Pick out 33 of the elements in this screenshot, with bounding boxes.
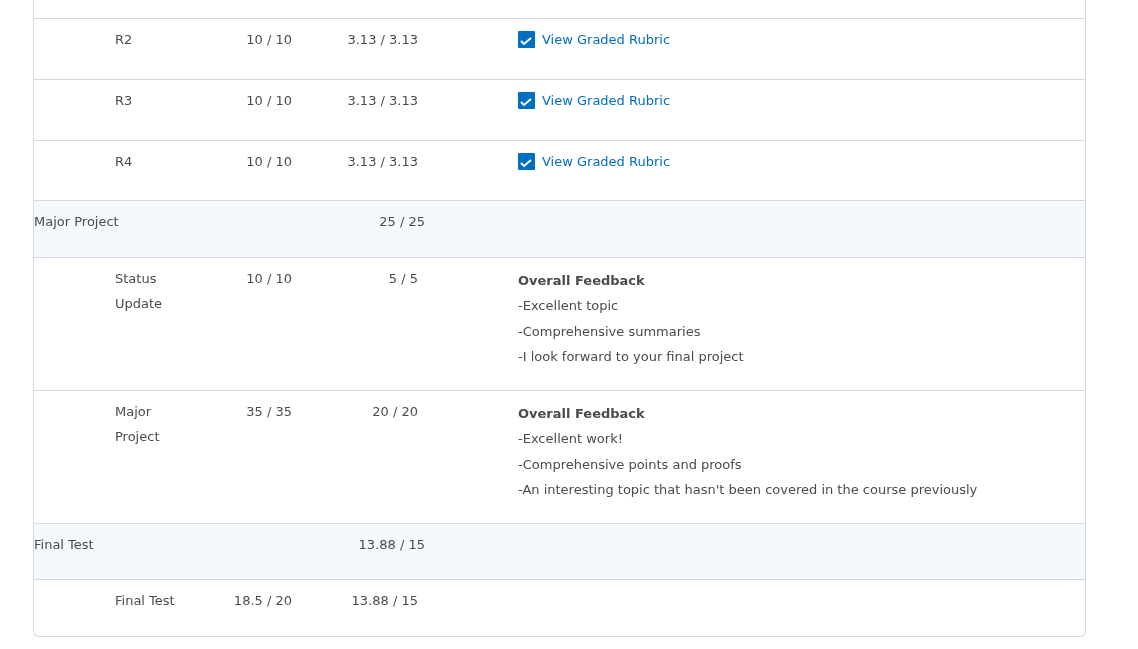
feedback-line: -An interesting topic that hasn't been covered in the course previously [518,481,979,500]
category-weight: 13.88 / 15 [358,536,425,552]
category-name: Final Test [34,536,94,552]
feedback-title: Overall Feedback [518,271,646,290]
view-rubric-link[interactable]: View Graded Rubric [518,87,671,114]
category-name: Major Project [34,214,119,230]
weight-value: 3.13 / 3.13 [347,32,418,47]
grade-item-name: Major Project [115,402,161,447]
feedback-line: -Excellent topic [518,297,620,316]
weight-value: 20 / 20 [372,403,418,419]
weight-value: 5 / 5 [388,270,418,286]
grade-item-name: R4 [115,152,133,171]
feedback-line: -Comprehensive summaries [518,322,702,341]
grade-item-name: Status Update [115,269,164,314]
weight-value: 3.13 / 3.13 [347,153,418,169]
feedback-title: Overall Feedback [518,404,646,423]
category-weight: 25 / 25 [379,214,425,230]
view-rubric-link[interactable]: View Graded Rubric [518,148,671,174]
weight-value: 13.88 / 15 [351,593,418,609]
points-value: 10 / 10 [246,32,292,47]
weight-value: 3.13 / 3.13 [347,92,418,108]
feedback-line: -Comprehensive points and proofs [518,455,743,474]
points-value: 10 / 10 [246,270,292,286]
feedback-line: -Excellent work! [518,430,624,449]
points-value: 10 / 10 [246,153,292,169]
feedback-line: -I look forward to your final project [518,348,745,367]
points-value: 10 / 10 [246,92,292,108]
points-value: 35 / 35 [246,403,292,419]
grade-item-name: Final Test [115,592,175,611]
points-value: 18.5 / 20 [233,593,292,609]
view-rubric-link[interactable]: View Graded Rubric [518,27,671,53]
grade-item-name: R3 [115,91,133,110]
grade-item-name: R2 [115,31,133,49]
